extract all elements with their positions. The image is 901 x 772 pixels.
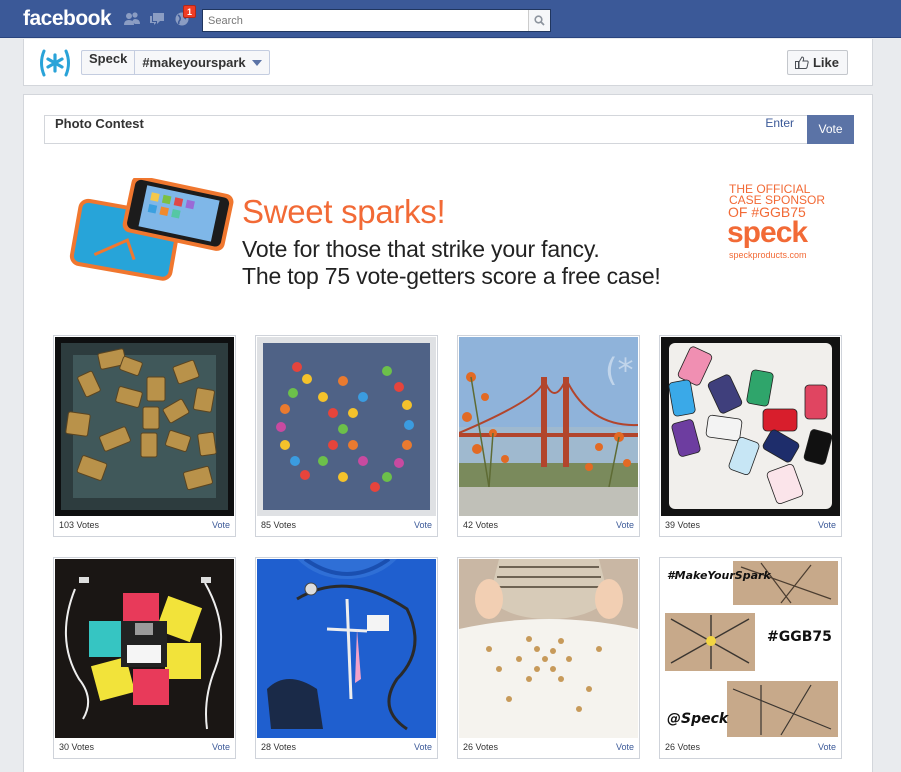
entry-vote-link[interactable]: Vote: [818, 520, 836, 530]
entry-photo[interactable]: [257, 559, 436, 738]
banner-line-1: Vote for those that strike your fancy.: [242, 236, 600, 262]
page-name-link[interactable]: Speck: [82, 51, 136, 74]
entry-vote-count: 30 Votes: [59, 742, 95, 752]
contest-entry: 26 Votes Vote: [457, 557, 640, 759]
search-icon: [534, 15, 545, 26]
page-breadcrumb: Speck #makeyourspark: [81, 50, 270, 75]
page-tab-label: #makeyourspark: [142, 55, 246, 70]
entry-vote-count: 39 Votes: [665, 520, 701, 530]
tab-vote[interactable]: Vote: [807, 115, 854, 144]
sponsor-url: speckproducts.com: [729, 250, 807, 260]
search-button[interactable]: [528, 10, 550, 31]
thumbs-up-icon: [794, 56, 809, 69]
facebook-topbar: facebook 1: [0, 0, 901, 38]
search-box: [202, 9, 551, 32]
contest-entry: (* 42 Votes Vote: [457, 335, 640, 537]
contest-entry: 30 Votes Vote: [53, 557, 236, 759]
banner-line-2: The top 75 vote-getters score a free cas…: [242, 263, 661, 289]
facebook-logo[interactable]: facebook: [23, 7, 112, 31]
search-input[interactable]: [203, 10, 529, 31]
entry-vote-count: 26 Votes: [463, 742, 499, 752]
like-button[interactable]: Like: [786, 50, 848, 75]
contest-entry: 28 Votes Vote: [255, 557, 438, 759]
entry-vote-link[interactable]: Vote: [616, 742, 634, 752]
page-tab-dropdown[interactable]: #makeyourspark: [135, 51, 268, 74]
contest-entry: 39 Votes Vote: [659, 335, 842, 537]
contest-tab-bar: Photo Contest Enter Vote: [44, 115, 854, 144]
entry-vote-count: 28 Votes: [261, 742, 297, 752]
entry-photo[interactable]: (*: [459, 337, 638, 516]
contest-app: Photo Contest Enter Vote Sweet sparks! V…: [23, 94, 873, 772]
contest-entry: #MakeYourSpark #GGB75 @Speck 26 Votes Vo…: [659, 557, 842, 759]
tab-enter[interactable]: Enter: [753, 116, 806, 130]
collage-hashtag-2: #GGB75: [767, 629, 832, 645]
collage-hashtag-1: #MakeYourSpark: [667, 569, 771, 582]
entry-photo[interactable]: [459, 559, 638, 738]
entry-vote-link[interactable]: Vote: [414, 520, 432, 530]
contest-entry: 103 Votes Vote: [53, 335, 236, 537]
chevron-down-icon: [251, 59, 262, 66]
entry-photo[interactable]: #MakeYourSpark #GGB75 @Speck: [661, 559, 840, 738]
entry-vote-count: 103 Votes: [59, 520, 100, 530]
speck-logo-icon[interactable]: [38, 48, 72, 78]
collage-handle: @Speck: [667, 711, 730, 727]
entry-photo[interactable]: [661, 337, 840, 516]
entry-vote-count: 26 Votes: [665, 742, 701, 752]
entry-vote-link[interactable]: Vote: [212, 520, 230, 530]
page-header: Speck #makeyourspark Like: [23, 39, 873, 86]
entry-photo[interactable]: [55, 337, 234, 516]
speck-brand-logo: speck: [727, 216, 808, 249]
messages-icon[interactable]: [148, 11, 166, 27]
entry-photo[interactable]: [257, 337, 436, 516]
phone-cases-image: [69, 178, 234, 281]
entry-vote-link[interactable]: Vote: [616, 520, 634, 530]
notification-badge: 1: [183, 5, 196, 18]
entry-vote-link[interactable]: Vote: [414, 742, 432, 752]
entry-vote-count: 42 Votes: [463, 520, 499, 530]
friend-requests-icon[interactable]: [123, 11, 141, 27]
entry-vote-link[interactable]: Vote: [818, 742, 836, 752]
like-button-label: Like: [812, 55, 839, 70]
contest-entry: 85 Votes Vote: [255, 335, 438, 537]
svg-text:(*: (*: [605, 351, 633, 389]
entry-photo[interactable]: [55, 559, 234, 738]
contest-title: Photo Contest: [55, 116, 144, 131]
banner-headline: Sweet sparks!: [242, 193, 446, 230]
entry-vote-count: 85 Votes: [261, 520, 297, 530]
entry-vote-link[interactable]: Vote: [212, 742, 230, 752]
